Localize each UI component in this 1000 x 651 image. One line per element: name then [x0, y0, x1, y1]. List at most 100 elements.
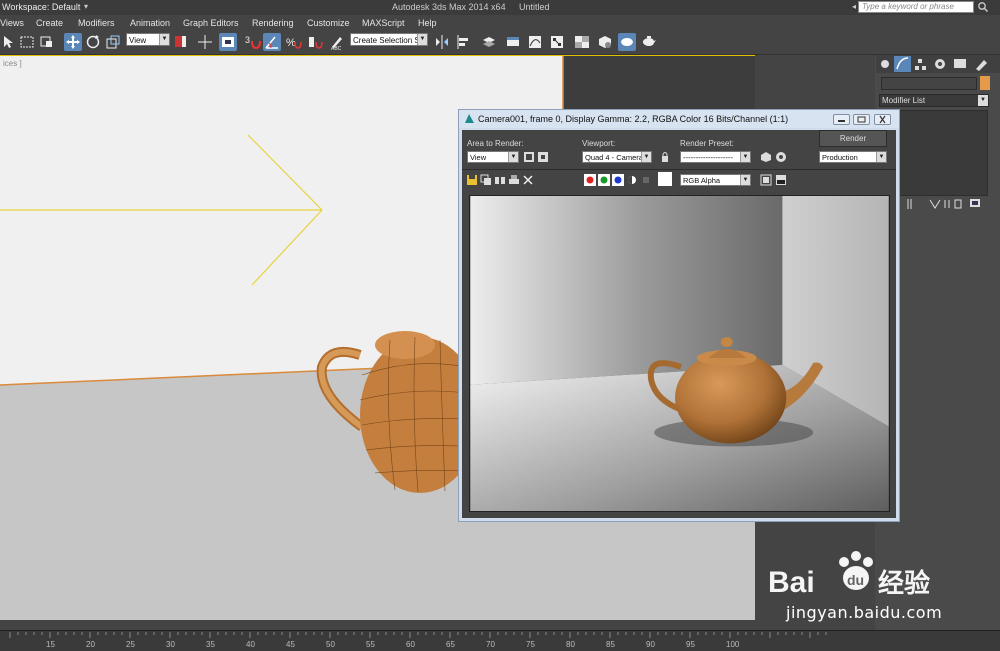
graphite-ribbon-icon[interactable]	[504, 33, 522, 51]
minimize-button[interactable]	[833, 114, 850, 125]
close-icon	[879, 115, 886, 124]
curve-editor-icon[interactable]	[526, 33, 544, 51]
select-move-icon[interactable]	[64, 33, 82, 51]
named-selection-set-value: Create Selection Se	[353, 36, 425, 45]
display-channel-value: RGB Alpha	[683, 176, 721, 185]
make-unique-icon[interactable]	[944, 200, 950, 208]
menu-bar: Views Create Modifiers Animation Graph E…	[0, 15, 1000, 30]
maximize-icon	[857, 116, 866, 123]
reference-coord-select[interactable]: View ▼	[126, 33, 170, 46]
clone-window-icon[interactable]	[494, 174, 506, 186]
environment-icon[interactable]	[775, 151, 787, 163]
display-tab-icon[interactable]	[954, 59, 966, 68]
green-channel-icon[interactable]	[598, 174, 610, 186]
chevron-down-icon[interactable]: ▼	[740, 152, 750, 162]
modifier-list-select[interactable]: Modifier List ▼	[879, 94, 989, 107]
edit-named-selection-icon[interactable]: ABC	[328, 33, 346, 51]
window-crossing-icon[interactable]	[38, 33, 56, 51]
render-button[interactable]: Render	[819, 130, 887, 147]
app-title: Autodesk 3ds Max 2014 x64	[392, 2, 506, 12]
select-rotate-icon[interactable]	[84, 33, 102, 51]
toggle-ui-overlay-icon[interactable]	[760, 174, 772, 186]
pin-stack-icon[interactable]	[907, 199, 912, 209]
align-icon[interactable]	[455, 33, 473, 51]
menu-modifiers[interactable]: Modifiers	[78, 17, 115, 29]
rect-selection-icon[interactable]	[18, 33, 36, 51]
render-mode-select[interactable]: Production ▼	[819, 151, 887, 163]
search-icon[interactable]	[977, 1, 989, 13]
create-tab-icon[interactable]	[881, 60, 889, 68]
render-preset-select[interactable]: -------------------- ▼	[680, 151, 751, 163]
object-color-swatch[interactable]	[980, 76, 990, 90]
search-history-icon[interactable]: ◂	[852, 1, 856, 13]
color-swatch[interactable]	[658, 172, 672, 186]
snap-toggle-icon[interactable]: 3	[243, 33, 261, 51]
edit-region-icon[interactable]	[523, 151, 535, 163]
pivot-center-icon[interactable]	[172, 33, 190, 51]
clear-icon[interactable]	[522, 174, 534, 186]
chevron-down-icon[interactable]: ▼	[740, 175, 750, 185]
menu-maxscript[interactable]: MAXScript	[362, 17, 405, 29]
render-production-icon[interactable]	[640, 33, 658, 51]
rendered-frame-window-icon[interactable]	[618, 33, 636, 51]
select-scale-icon[interactable]	[104, 33, 122, 51]
red-channel-icon[interactable]	[584, 174, 596, 186]
maximize-button[interactable]	[853, 114, 870, 125]
viewport-label[interactable]: ices ]	[3, 59, 22, 68]
watermark-url: jingyan.baidu.com	[786, 603, 943, 622]
paw-icon: du	[839, 551, 873, 590]
menu-animation[interactable]: Animation	[130, 17, 170, 29]
mirror-icon[interactable]	[433, 33, 451, 51]
chevron-down-icon[interactable]: ▼	[417, 34, 427, 45]
layer-manager-icon[interactable]	[480, 33, 498, 51]
close-button[interactable]	[874, 114, 891, 125]
rendered-image[interactable]	[469, 195, 890, 512]
motion-tab-icon[interactable]	[935, 59, 945, 69]
alpha-channel-icon[interactable]	[626, 174, 638, 186]
material-editor-icon[interactable]	[573, 33, 591, 51]
area-to-render-select[interactable]: View ▼	[467, 151, 519, 163]
render-setup-icon[interactable]	[596, 33, 614, 51]
object-name-field[interactable]	[881, 77, 977, 90]
chevron-down-icon[interactable]: ▼	[876, 152, 886, 162]
search-input[interactable]: Type a keyword or phrase	[858, 1, 974, 13]
select-manipulate-icon[interactable]	[196, 33, 214, 51]
display-channel-select[interactable]: RGB Alpha ▼	[680, 174, 751, 186]
menu-customize[interactable]: Customize	[307, 17, 350, 29]
timeline-tick-label: 15	[46, 640, 55, 649]
timeline-tick-label: 30	[166, 640, 175, 649]
toggle-ui-icon[interactable]	[775, 174, 787, 186]
percent-snap-icon[interactable]: %	[284, 33, 302, 51]
menu-views[interactable]: Views	[0, 17, 24, 29]
named-selection-set-select[interactable]: Create Selection Se ▼	[350, 33, 428, 46]
render-setup-icon[interactable]	[760, 151, 772, 163]
viewport-select[interactable]: Quad 4 - Camera(▼	[582, 151, 652, 163]
chevron-down-icon[interactable]: ▾	[84, 1, 88, 13]
angle-snap-icon[interactable]	[263, 33, 281, 51]
workspace-selector[interactable]: Workspace: Default	[0, 1, 80, 13]
show-end-result-icon[interactable]	[929, 199, 941, 209]
blue-channel-icon[interactable]	[612, 174, 624, 186]
remove-modifier-icon[interactable]	[954, 199, 962, 209]
monochrome-icon[interactable]	[640, 174, 652, 186]
menu-help[interactable]: Help	[418, 17, 437, 29]
spinner-snap-icon[interactable]	[306, 33, 324, 51]
area-to-render-value: View	[470, 153, 487, 162]
copy-image-icon[interactable]	[480, 174, 492, 186]
save-image-icon[interactable]	[466, 174, 478, 186]
chevron-down-icon[interactable]: ▼	[508, 152, 518, 162]
menu-create[interactable]: Create	[36, 17, 63, 29]
chevron-down-icon[interactable]: ▼	[641, 152, 651, 162]
chevron-down-icon[interactable]: ▼	[978, 95, 988, 106]
menu-rendering[interactable]: Rendering	[252, 17, 294, 29]
print-image-icon[interactable]	[508, 174, 520, 186]
select-object-icon[interactable]	[0, 33, 18, 51]
menu-graph-editors[interactable]: Graph Editors	[183, 17, 239, 29]
keyboard-shortcut-icon[interactable]	[219, 33, 237, 51]
configure-modifier-sets-icon[interactable]	[970, 199, 980, 207]
auto-region-icon[interactable]	[537, 151, 549, 163]
schematic-view-icon[interactable]	[548, 33, 566, 51]
lock-icon[interactable]	[659, 151, 671, 163]
chevron-down-icon[interactable]: ▼	[159, 34, 169, 45]
modify-tab-icon[interactable]	[894, 56, 911, 72]
